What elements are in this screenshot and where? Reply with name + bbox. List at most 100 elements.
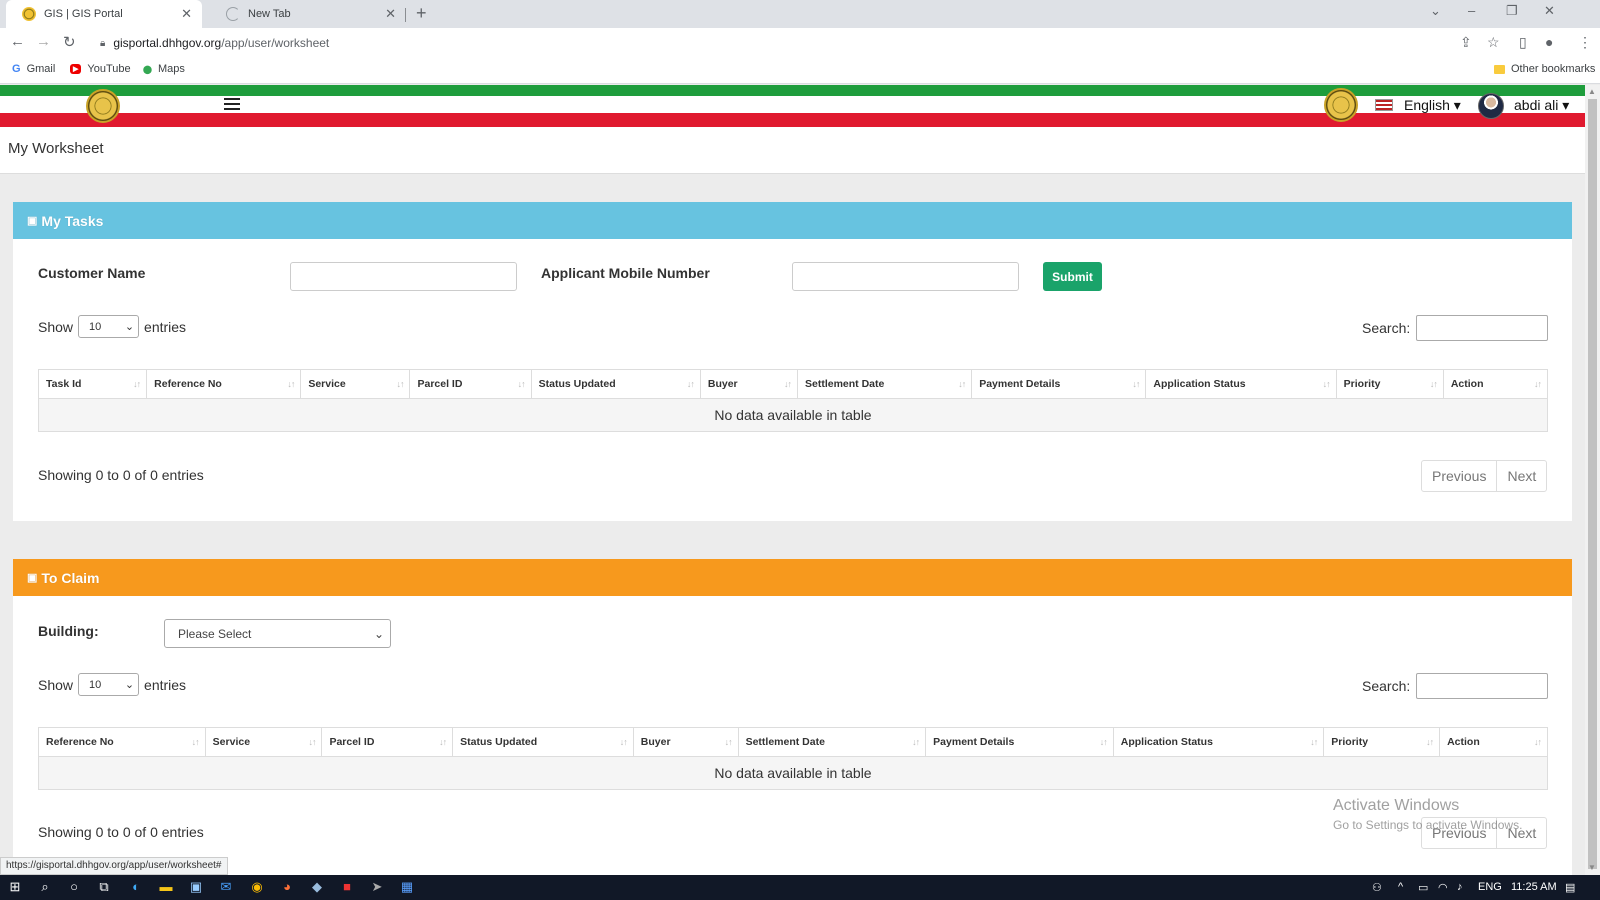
scroll-down-icon[interactable]: ▼	[1588, 863, 1596, 872]
notification-icon[interactable]: ▤	[1565, 881, 1575, 894]
search-input[interactable]	[1416, 673, 1549, 699]
search-icon[interactable]: ⌕	[37, 879, 53, 895]
language-dropdown[interactable]: English ▾	[1404, 97, 1461, 114]
app-icon[interactable]: ◆	[309, 879, 325, 895]
task-view-icon[interactable]: ⧉	[96, 879, 112, 895]
previous-button[interactable]: Previous	[1422, 461, 1496, 491]
search-label: Search:	[1362, 678, 1411, 694]
sort-icon: ↓↑	[1322, 379, 1331, 389]
close-tab-icon[interactable]: ✕	[385, 6, 396, 22]
my-tasks-panel: ▣ My Tasks Customer Name Applicant Mobil…	[13, 202, 1572, 521]
app-icon[interactable]: ➤	[369, 879, 385, 895]
column-header-application-status[interactable]: Application Status ↓↑	[1112, 727, 1325, 757]
column-header-action[interactable]: Action ↓↑	[1442, 369, 1549, 399]
wifi-icon[interactable]: ◠	[1438, 881, 1448, 894]
bookmark-star-icon[interactable]: ☆	[1487, 34, 1500, 51]
column-header-status-updated[interactable]: Status Updated ↓↑	[530, 369, 701, 399]
file-explorer-icon[interactable]: ▬	[158, 879, 174, 895]
menu-icon[interactable]: ⋮	[1578, 34, 1592, 51]
url-field[interactable]: 🔒︎ gisportal.dhhgov.org/app/user/workshe…	[92, 31, 1472, 55]
user-menu[interactable]: abdi ali ▾	[1514, 97, 1569, 114]
table-search: Search:	[1362, 673, 1549, 699]
mobile-number-input[interactable]	[792, 262, 1019, 291]
scrollbar-thumb[interactable]	[1588, 99, 1597, 869]
column-header-service[interactable]: Service ↓↑	[300, 369, 411, 399]
close-window-icon[interactable]: ✕	[1544, 3, 1555, 19]
tab-gis-portal[interactable]: GIS | GIS Portal ✕	[6, 0, 202, 28]
column-header-buyer[interactable]: Buyer ↓↑	[632, 727, 739, 757]
windows-start-icon[interactable]: ⊞	[7, 879, 23, 895]
column-header-settlement-date[interactable]: Settlement Date ↓↑	[796, 369, 973, 399]
column-header-application-status[interactable]: Application Status ↓↑	[1145, 369, 1337, 399]
submit-button[interactable]: Submit	[1043, 262, 1102, 291]
minimize-icon[interactable]: –	[1468, 3, 1475, 18]
column-header-status-updated[interactable]: Status Updated ↓↑	[452, 727, 634, 757]
restore-icon[interactable]: ❐	[1506, 3, 1518, 19]
tray-chevron-icon[interactable]: ^	[1398, 881, 1403, 893]
column-header-priority[interactable]: Priority ↓↑	[1335, 369, 1444, 399]
people-icon[interactable]: ⚇	[1372, 881, 1382, 894]
bookmark-label: Maps	[157, 63, 185, 75]
page-length-select[interactable]: 10 ⌄	[78, 673, 140, 696]
column-header-buyer[interactable]: Buyer ↓↑	[699, 369, 798, 399]
page-scrollbar[interactable]: ▲ ▼	[1585, 85, 1600, 875]
search-input[interactable]	[1416, 315, 1549, 341]
share-icon[interactable]: ⇪	[1460, 34, 1472, 51]
column-header-payment-details[interactable]: Payment Details ↓↑	[971, 369, 1147, 399]
bookmark-gmail[interactable]: G Gmail	[12, 63, 55, 75]
building-select[interactable]: Please Select ⌄	[164, 619, 391, 648]
mail-icon[interactable]: ✉	[218, 879, 234, 895]
app-icon[interactable]: ■	[339, 879, 355, 895]
column-header-priority[interactable]: Priority ↓↑	[1323, 727, 1441, 757]
page-length-select[interactable]: 10 ⌄	[78, 315, 140, 338]
column-header-payment-details[interactable]: Payment Details ↓↑	[925, 727, 1114, 757]
column-header-parcel-id[interactable]: Parcel ID ↓↑	[321, 727, 454, 757]
volume-icon[interactable]: ♪	[1457, 881, 1463, 893]
column-header-task-id[interactable]: Task Id ↓↑	[37, 369, 148, 399]
tab-search-icon[interactable]: ⌄	[1430, 3, 1441, 19]
bookmark-maps[interactable]: ⬤ Maps	[143, 63, 185, 75]
store-icon[interactable]: ▣	[188, 879, 204, 895]
close-tab-icon[interactable]: ✕	[181, 6, 192, 22]
column-header-reference-no[interactable]: Reference No ↓↑	[146, 369, 302, 399]
clock[interactable]: 11:25 AM	[1511, 881, 1557, 893]
side-panel-icon[interactable]: ▯	[1519, 34, 1527, 51]
building-value: Please Select	[178, 626, 252, 641]
hamburger-menu-icon[interactable]	[224, 98, 240, 113]
panel-icon: ▣	[27, 572, 38, 584]
bookmark-youtube[interactable]: ▶ YouTube	[70, 63, 131, 75]
empty-table-message: No data available in table	[38, 398, 1548, 432]
profile-icon[interactable]: ●	[1545, 34, 1553, 50]
reload-icon[interactable]: ↻	[63, 33, 76, 51]
chrome-icon[interactable]: ◉	[249, 879, 265, 895]
app-icon[interactable]: ▦	[399, 879, 415, 895]
column-header-action[interactable]: Action ↓↑	[1439, 727, 1548, 757]
new-tab-button[interactable]: +	[416, 3, 427, 24]
sort-icon: ↓↑	[724, 737, 733, 747]
column-header-service[interactable]: Service ↓↑	[204, 727, 323, 757]
tab-new-tab[interactable]: New Tab ✕	[210, 0, 406, 28]
battery-icon[interactable]: ▭	[1418, 881, 1428, 894]
url-host: gisportal.dhhgov.org	[113, 36, 222, 50]
edge-icon[interactable]: ◐	[128, 879, 144, 895]
table-info: Showing 0 to 0 of 0 entries	[38, 467, 204, 483]
column-header-reference-no[interactable]: Reference No ↓↑	[38, 727, 206, 757]
cortana-icon[interactable]: ○	[66, 879, 82, 895]
chevron-down-icon: ⌄	[124, 321, 135, 333]
back-icon[interactable]: ←	[10, 33, 25, 50]
column-header-settlement-date[interactable]: Settlement Date ↓↑	[737, 727, 927, 757]
customer-name-label: Customer Name	[38, 265, 146, 281]
firefox-icon[interactable]: ◕	[279, 879, 295, 895]
next-button[interactable]: Next	[1496, 461, 1546, 491]
avatar[interactable]	[1478, 93, 1504, 119]
government-emblem-logo[interactable]	[86, 89, 120, 123]
lock-icon: 🔒︎	[100, 37, 106, 49]
column-header-parcel-id[interactable]: Parcel ID ↓↑	[409, 369, 532, 399]
other-bookmarks[interactable]: Other bookmarks	[1494, 63, 1595, 75]
scroll-up-icon[interactable]: ▲	[1588, 87, 1596, 96]
column-label: Settlement Date	[804, 378, 885, 390]
forward-icon[interactable]: →	[36, 33, 51, 50]
customer-name-input[interactable]	[290, 262, 517, 291]
column-label: Parcel ID	[329, 736, 375, 748]
input-language[interactable]: ENG	[1478, 881, 1502, 893]
